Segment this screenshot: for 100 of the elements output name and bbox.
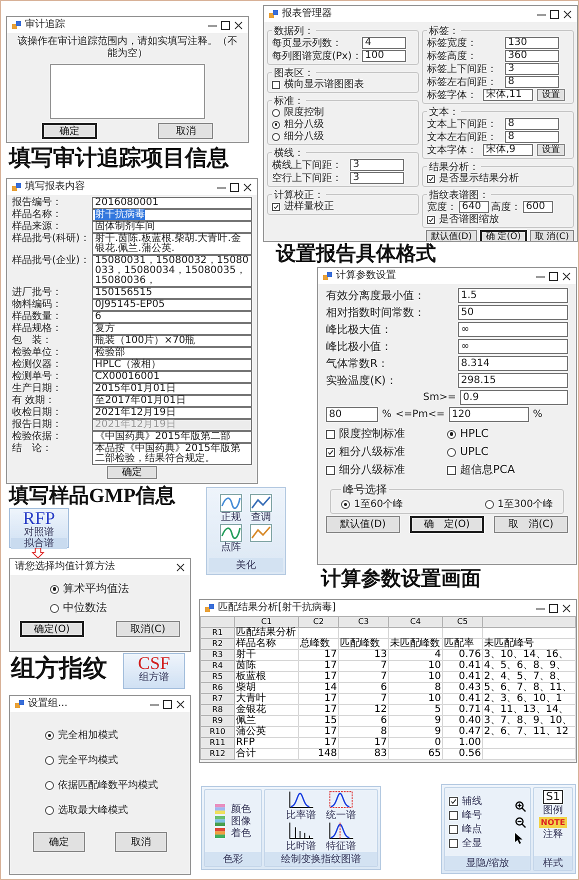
input-field[interactable]: 检验部 (92, 347, 252, 359)
dialog-button[interactable]: 取消 (158, 123, 214, 139)
input-field[interactable]: 640 (459, 201, 489, 213)
maximize-icon[interactable] (549, 272, 558, 280)
ribbon-label[interactable]: 查调 (251, 512, 271, 522)
checkbox[interactable] (272, 80, 280, 88)
set-button[interactable]: 设置 (537, 144, 565, 156)
ribbon-label[interactable]: 点阵 (221, 542, 241, 552)
radio-button[interactable] (484, 500, 494, 509)
radio-button[interactable] (45, 731, 54, 740)
input-field[interactable]: 8 (505, 118, 559, 130)
input-field[interactable]: 宋体,11 (483, 89, 533, 101)
ribbon-label[interactable]: 图像 (231, 816, 251, 826)
close-icon[interactable] (176, 700, 185, 708)
maximize-icon[interactable] (163, 700, 172, 708)
ribbon-label[interactable]: 正规 (221, 512, 241, 522)
input-field[interactable]: 298.15 (458, 373, 568, 388)
checkbox[interactable] (427, 174, 435, 182)
dialog-button[interactable]: 取消(C) (116, 621, 180, 637)
maximize-icon[interactable] (549, 604, 558, 612)
ribbon-label[interactable]: 颜色 (231, 804, 251, 814)
input-field[interactable]: 80 (326, 407, 378, 422)
input-field[interactable]: 至2017年01月01日 (92, 395, 252, 407)
dialog-button[interactable]: 取 消(C) (494, 516, 568, 533)
input-field[interactable]: 50 (458, 305, 568, 320)
dialog-button[interactable]: 确定 (42, 123, 97, 139)
dialog-button[interactable]: 默认值(D) (326, 516, 400, 533)
zoom-in-icon[interactable] (515, 800, 526, 812)
input-field[interactable]: 1.5 (458, 288, 568, 303)
input-field[interactable]: 复方 (92, 323, 252, 335)
ribbon-label[interactable]: 比率谱 (286, 810, 316, 821)
close-icon[interactable] (563, 10, 572, 18)
input-field[interactable]: ∞ (458, 322, 568, 337)
close-icon[interactable] (234, 20, 243, 30)
input-field[interactable]: 宋体,9 (483, 144, 533, 156)
radio-button[interactable] (341, 500, 350, 509)
close-icon[interactable] (562, 604, 571, 612)
input-field[interactable]: 固体制剂车间 (92, 221, 252, 233)
input-field[interactable]: 射干抗病毒 (92, 209, 252, 221)
formula-spectrum-button[interactable]: CSF 组方谱 (123, 653, 185, 689)
close-icon[interactable] (562, 272, 571, 280)
radio-button[interactable] (50, 604, 59, 612)
input-field[interactable]: 8 (505, 76, 559, 88)
input-field[interactable]: 360 (505, 50, 559, 62)
radio-button[interactable] (272, 132, 280, 140)
close-icon[interactable] (176, 562, 185, 572)
input-field[interactable]: 瓶装（100片）×70瓶 (92, 335, 252, 347)
input-field[interactable]: 130 (505, 37, 559, 49)
ribbon-label[interactable]: 特征谱 (326, 841, 356, 852)
radio-button[interactable] (45, 756, 54, 765)
input-field[interactable]: 150156515 (92, 287, 252, 299)
input-field[interactable]: 0J95145-EP05 (92, 299, 252, 311)
dialog-button[interactable]: 确 定(O) (410, 516, 484, 533)
pointer-icon[interactable] (515, 832, 524, 844)
checkbox[interactable] (427, 216, 435, 224)
input-field[interactable]: 3 (350, 159, 404, 171)
close-icon[interactable] (243, 182, 252, 192)
ok-button[interactable]: 确定 (107, 466, 157, 479)
input-field[interactable]: HPLC（液相） (92, 359, 252, 371)
radio-button[interactable] (45, 781, 54, 790)
radio-button[interactable] (447, 448, 456, 456)
set-button[interactable]: 设置 (537, 89, 565, 101)
input-field[interactable]: CX00016001 (92, 371, 252, 383)
checkbox[interactable] (447, 466, 456, 474)
checkbox[interactable] (326, 430, 335, 438)
input-field[interactable]: ∞ (458, 339, 568, 354)
dialog-button[interactable]: 确 定(O) (480, 230, 527, 241)
ribbon-label[interactable]: 统一谱 (326, 810, 356, 821)
radio-button[interactable] (447, 430, 456, 438)
input-field[interactable]: 《中国药典》2015年版第二部 (92, 431, 252, 443)
dialog-button[interactable]: 确定(O) (20, 621, 84, 637)
reference-spectrum-button[interactable]: RFP 对照谱 拟合谱 (9, 508, 69, 548)
input-field[interactable]: 8.314 (458, 356, 568, 371)
radio-button[interactable] (272, 120, 280, 128)
input-field[interactable]: 0.9 (460, 390, 568, 405)
input-field[interactable]: 6 (92, 311, 252, 323)
dialog-button[interactable]: 确定 (33, 832, 85, 852)
maximize-icon[interactable] (230, 182, 239, 192)
input-field[interactable]: 3 (505, 63, 559, 75)
input-field[interactable]: 4 (362, 37, 406, 49)
dialog-button[interactable]: 取 消(C) (530, 230, 574, 241)
input-field[interactable]: 3 (350, 172, 404, 184)
zoom-out-icon[interactable] (515, 816, 526, 828)
legend-icon[interactable]: S1 (543, 790, 563, 804)
radio-button[interactable] (45, 806, 54, 815)
ribbon-label[interactable]: 着色 (231, 828, 251, 838)
radio-button[interactable] (50, 584, 59, 594)
input-field[interactable]: 2015年01月01日 (92, 383, 252, 395)
input-field[interactable]: 120 (448, 407, 529, 422)
input-field[interactable]: 600 (523, 201, 553, 213)
dialog-button[interactable]: 默认值(D) (426, 230, 477, 241)
input-field[interactable]: 2021年12月19日 (92, 407, 252, 419)
checkbox[interactable] (326, 448, 335, 456)
ribbon-label[interactable]: 图例 (543, 805, 563, 816)
maximize-icon[interactable] (221, 20, 230, 30)
checkbox[interactable] (449, 796, 458, 806)
ribbon-label[interactable]: 比时谱 (286, 841, 316, 852)
checkbox[interactable] (449, 810, 458, 820)
checkbox[interactable] (449, 824, 458, 834)
ribbon-label[interactable]: 注释 (543, 829, 563, 840)
